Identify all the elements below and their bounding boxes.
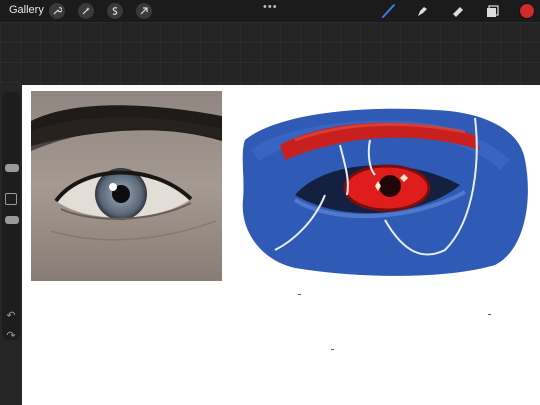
undo-button[interactable]: ↶	[5, 310, 17, 322]
canvas-speck	[331, 349, 334, 350]
brush-icon[interactable]	[381, 3, 397, 19]
layers-icon[interactable]	[484, 3, 500, 19]
selection-s-icon[interactable]	[107, 3, 123, 19]
magic-wand-icon[interactable]	[78, 3, 94, 19]
color-picker-button[interactable]	[520, 4, 534, 18]
more-menu-button[interactable]: •••	[263, 1, 278, 13]
workspace-background	[0, 22, 540, 85]
top-toolbar: Gallery •••	[0, 0, 540, 22]
sidebar	[2, 92, 20, 340]
smudge-icon[interactable]	[414, 3, 430, 19]
eye-photo	[31, 91, 222, 281]
opacity-slider[interactable]	[5, 216, 19, 224]
modify-square-button[interactable]	[5, 193, 17, 205]
wrench-icon[interactable]	[49, 3, 65, 19]
gallery-button[interactable]: Gallery	[9, 4, 44, 16]
move-arrow-icon[interactable]	[136, 3, 152, 19]
brush-size-slider[interactable]	[5, 164, 19, 172]
eraser-icon[interactable]	[450, 3, 466, 19]
canvas-speck	[298, 294, 301, 295]
canvas-speck	[488, 314, 491, 315]
painted-eye	[242, 108, 528, 276]
redo-button[interactable]: ↷	[5, 330, 17, 342]
